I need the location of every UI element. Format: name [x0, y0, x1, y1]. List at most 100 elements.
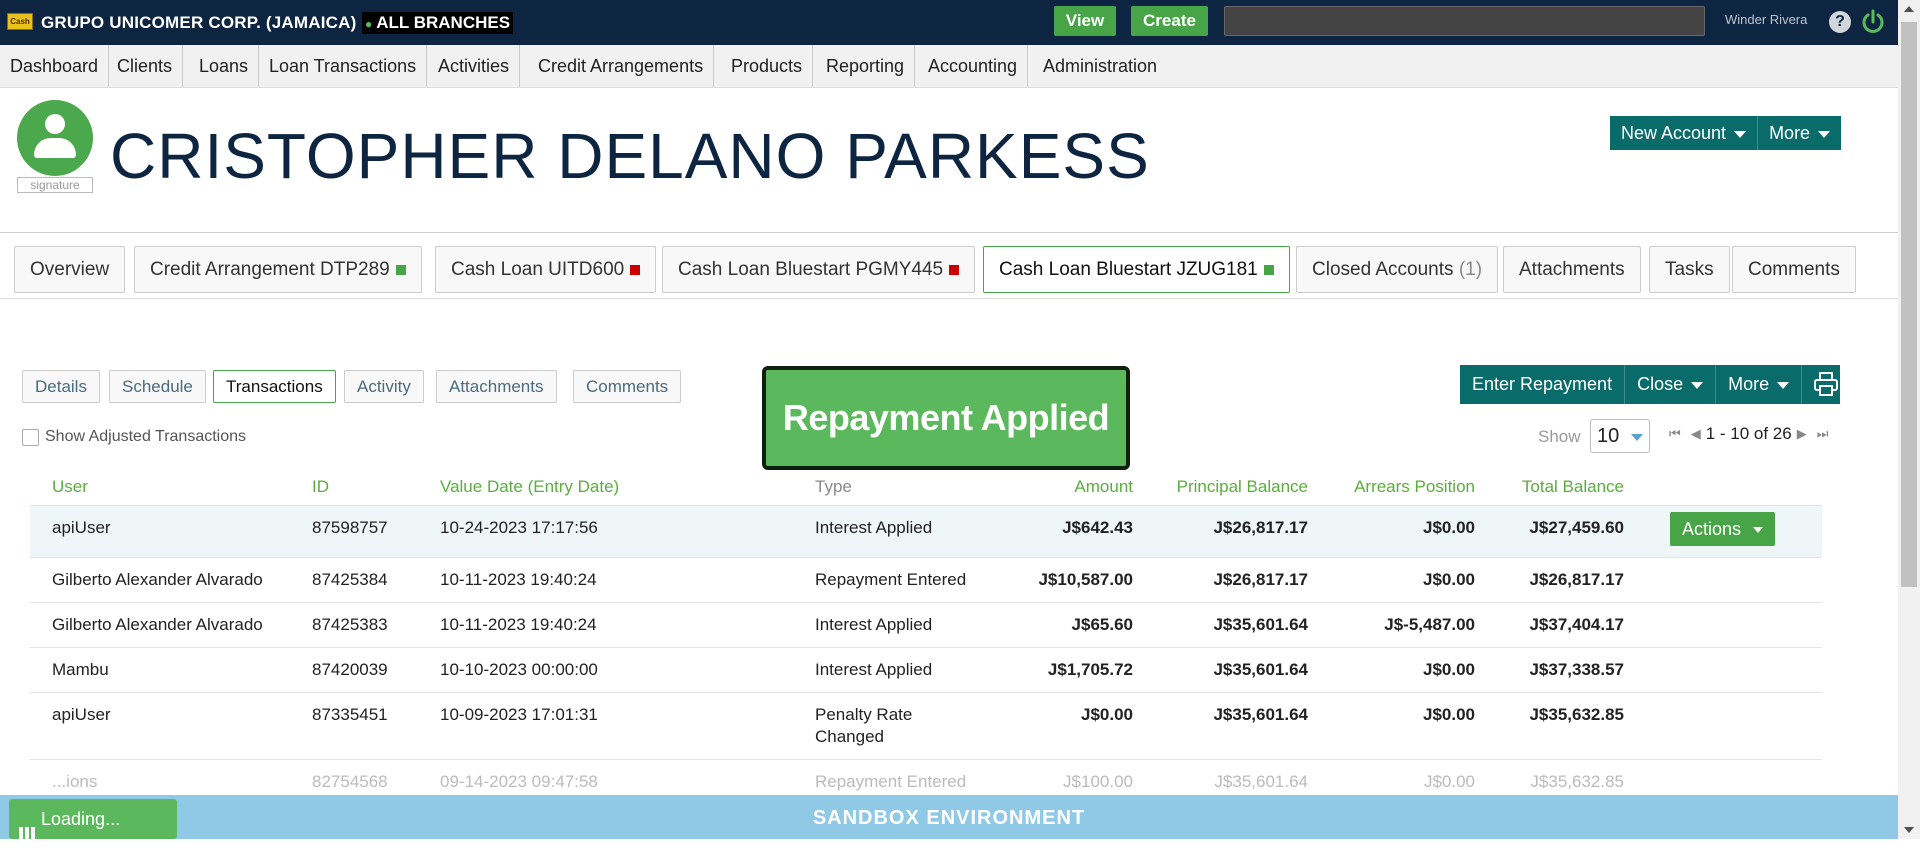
- user-menu[interactable]: Winder Rivera: [1725, 12, 1807, 27]
- nav-reporting[interactable]: Reporting: [816, 45, 916, 87]
- col-principal-balance-header[interactable]: Principal Balance: [1133, 470, 1308, 506]
- account-more-button[interactable]: More: [1716, 365, 1803, 404]
- row-arrears-position: J$0.00: [1308, 692, 1475, 760]
- row-amount: J$1,705.72: [983, 647, 1133, 693]
- new-account-button[interactable]: New Account: [1610, 116, 1759, 150]
- account-actions-group: Enter Repayment Close More: [1460, 365, 1841, 404]
- nav-products[interactable]: Products: [721, 45, 814, 87]
- row-user-link[interactable]: Gilberto Alexander Alvarado: [30, 602, 290, 648]
- logout-power-icon[interactable]: [1860, 9, 1886, 35]
- table-row[interactable]: apiUser 87598757 10-24-2023 17:17:56 Int…: [30, 505, 1822, 558]
- scroll-down-icon[interactable]: [1904, 827, 1914, 833]
- tab-tasks[interactable]: Tasks: [1649, 246, 1730, 293]
- row-user-link[interactable]: Gilberto Alexander Alvarado: [30, 557, 290, 603]
- printer-icon[interactable]: [1813, 371, 1839, 397]
- row-actions-cell: [1624, 647, 1822, 693]
- row-id: 87420039: [290, 647, 418, 693]
- chevron-down-icon: [1777, 381, 1790, 389]
- subtab-comments[interactable]: Comments: [573, 370, 682, 403]
- tab-label: Cash Loan Bluestart PGMY445: [678, 259, 944, 280]
- show-adjusted-label: Show Adjusted Transactions: [45, 428, 247, 445]
- help-icon[interactable]: ?: [1829, 11, 1851, 33]
- nav-administration[interactable]: Administration: [1033, 45, 1167, 87]
- dropdown-arrow-icon: [1631, 434, 1643, 441]
- nav-clients[interactable]: Clients: [107, 45, 184, 87]
- row-actions-button[interactable]: Actions: [1670, 512, 1776, 546]
- col-value-date-header[interactable]: Value Date (Entry Date): [418, 470, 793, 506]
- tab-label: Tasks: [1665, 259, 1714, 280]
- loading-bars-icon: [19, 813, 37, 839]
- create-button[interactable]: Create: [1131, 6, 1208, 36]
- tab-attachments[interactable]: Attachments: [1503, 246, 1641, 293]
- row-actions-cell: Actions: [1624, 505, 1822, 558]
- page-scrollbar[interactable]: [1898, 0, 1920, 839]
- enter-repayment-button[interactable]: Enter Repayment: [1460, 365, 1626, 404]
- tab-label: Comments: [1748, 259, 1840, 280]
- subtab-schedule[interactable]: Schedule: [109, 370, 206, 403]
- table-row[interactable]: Mambu 87420039 10-10-2023 00:00:00 Inter…: [30, 647, 1822, 693]
- branch-label: ALL BRANCHES: [376, 13, 511, 32]
- show-adjusted-checkbox[interactable]: [22, 429, 39, 446]
- closed-count-badge: (1): [1458, 259, 1483, 280]
- page-size-value: 10: [1597, 425, 1620, 447]
- tab-cash-loan-uitd600[interactable]: Cash Loan UITD600: [435, 246, 657, 293]
- first-page-icon[interactable]: ⏮: [1669, 426, 1681, 442]
- status-active-icon: [395, 264, 406, 275]
- row-actions-cell: [1624, 557, 1822, 603]
- client-more-label: More: [1769, 123, 1811, 143]
- signature-label[interactable]: signature: [17, 177, 93, 193]
- table-header-row: User ID Value Date (Entry Date) Type Amo…: [30, 470, 1822, 506]
- col-user-header[interactable]: User: [30, 470, 290, 506]
- scroll-up-icon[interactable]: [1904, 6, 1914, 12]
- tab-closed-accounts[interactable]: Closed Accounts (1): [1296, 246, 1499, 293]
- row-user-link[interactable]: apiUser: [30, 692, 290, 760]
- main-nav: Dashboard Clients Loans Loan Transaction…: [0, 45, 1898, 88]
- prev-page-icon[interactable]: ◀: [1691, 426, 1701, 442]
- row-total-balance: J$26,817.17: [1475, 557, 1624, 603]
- tab-credit-arrangement-dtp289[interactable]: Credit Arrangement DTP289: [134, 246, 422, 293]
- subtab-details[interactable]: Details: [22, 370, 100, 403]
- new-account-label: New Account: [1621, 123, 1727, 143]
- row-type: Interest Applied: [793, 602, 983, 648]
- subtab-attachments[interactable]: Attachments: [436, 370, 557, 403]
- nav-loan-transactions[interactable]: Loan Transactions: [259, 45, 428, 87]
- nav-activities[interactable]: Activities: [428, 45, 521, 87]
- nav-dashboard[interactable]: Dashboard: [0, 45, 110, 87]
- status-arrears-icon: [949, 264, 960, 275]
- last-page-icon[interactable]: ⏭: [1817, 426, 1829, 442]
- tab-cash-loan-bluestart-jzug181[interactable]: Cash Loan Bluestart JZUG181: [983, 246, 1290, 293]
- subtab-activity[interactable]: Activity: [344, 370, 424, 403]
- row-type: Repayment Entered: [793, 557, 983, 603]
- nav-accounting[interactable]: Accounting: [918, 45, 1029, 87]
- loading-indicator: Loading...: [9, 799, 177, 839]
- table-row[interactable]: Gilberto Alexander Alvarado 87425384 10-…: [30, 557, 1822, 603]
- global-search-input[interactable]: [1224, 6, 1705, 36]
- col-total-balance-header[interactable]: Total Balance: [1475, 470, 1624, 506]
- table-row[interactable]: apiUser 87335451 10-09-2023 17:01:31 Pen…: [30, 692, 1822, 760]
- row-amount: J$0.00: [983, 692, 1133, 760]
- next-page-icon[interactable]: ▶: [1797, 426, 1807, 442]
- row-actions-cell: [1624, 602, 1822, 648]
- company-logo[interactable]: Cash: [7, 13, 33, 30]
- page-size-select[interactable]: 10: [1590, 419, 1650, 453]
- view-button[interactable]: View: [1054, 6, 1116, 36]
- close-account-button[interactable]: Close: [1625, 365, 1717, 404]
- client-avatar-icon[interactable]: [17, 100, 93, 176]
- col-id-header[interactable]: ID: [290, 470, 418, 506]
- subtab-transactions[interactable]: Transactions: [213, 370, 336, 403]
- nav-credit-arrangements[interactable]: Credit Arrangements: [528, 45, 715, 87]
- nav-loans[interactable]: Loans: [189, 45, 260, 87]
- row-id: 87425383: [290, 602, 418, 648]
- tab-overview[interactable]: Overview: [14, 246, 126, 293]
- table-row[interactable]: Gilberto Alexander Alvarado 87425383 10-…: [30, 602, 1822, 648]
- col-arrears-position-header[interactable]: Arrears Position: [1308, 470, 1475, 506]
- page-size-label: Show: [1538, 427, 1581, 446]
- col-amount-header[interactable]: Amount: [983, 470, 1133, 506]
- scrollbar-thumb[interactable]: [1901, 22, 1917, 587]
- branch-selector[interactable]: ● ALL BRANCHES: [362, 12, 514, 34]
- row-user-link[interactable]: apiUser: [30, 505, 290, 558]
- tab-comments[interactable]: Comments: [1732, 246, 1856, 293]
- tab-cash-loan-bluestart-pgmy445[interactable]: Cash Loan Bluestart PGMY445: [662, 246, 976, 293]
- row-amount: J$65.60: [983, 602, 1133, 648]
- client-more-button[interactable]: More: [1758, 116, 1841, 150]
